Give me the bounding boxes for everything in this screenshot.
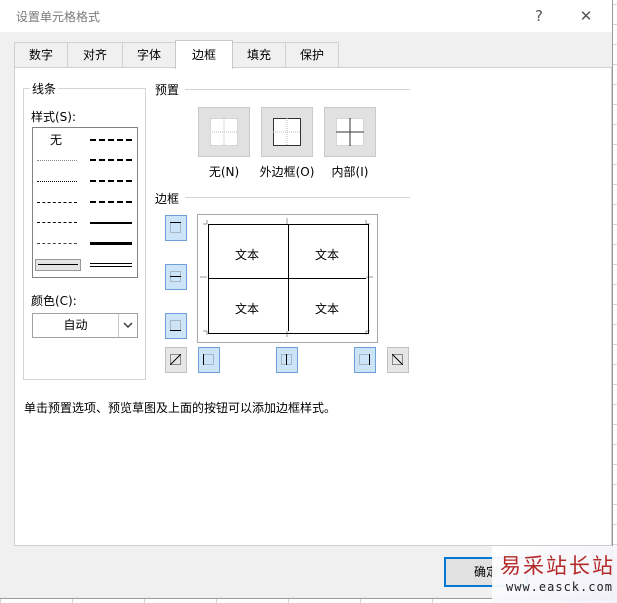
border-section-label: 边框 (155, 192, 180, 206)
watermark-url: www.easck.com (506, 580, 613, 594)
close-button[interactable]: ✕ (574, 5, 598, 27)
preset-outline-button[interactable] (261, 107, 313, 157)
line-style-hairline[interactable] (37, 160, 77, 161)
preset-outline-label: 外边框(O) (259, 165, 315, 179)
border-inside-horizontal-icon (170, 271, 181, 282)
border-divider (185, 197, 410, 198)
dialog-title: 设置单元格格式 (16, 10, 101, 24)
line-style-slant-dash-dot[interactable] (90, 159, 132, 161)
border-diagonal-down-button[interactable] (387, 347, 409, 373)
line-style-medium-dashed[interactable] (90, 201, 132, 203)
border-right-icon (359, 354, 370, 365)
border-inside-vertical-icon (281, 354, 292, 365)
line-style-double[interactable] (90, 263, 132, 267)
presets-section-label: 预置 (155, 83, 180, 97)
border-left-icon (203, 354, 214, 365)
preset-inside-button[interactable] (324, 107, 376, 157)
line-style-medium[interactable] (90, 222, 132, 224)
tab-border[interactable]: 边框 (175, 40, 233, 69)
style-label: 样式(S): (31, 110, 77, 124)
line-style-dashed[interactable] (37, 243, 77, 244)
border-inside-horizontal-button[interactable] (165, 264, 187, 290)
line-style-thick[interactable] (90, 242, 132, 245)
title-bar: 设置单元格格式 ? ✕ (0, 0, 612, 32)
tab-protection[interactable]: 保护 (285, 42, 339, 67)
tab-font[interactable]: 字体 (122, 42, 176, 67)
preview-text: 文本 (314, 302, 339, 316)
presets-divider (185, 89, 410, 90)
hint-text: 单击预置选项、预览草图及上面的按钮可以添加边框样式。 (24, 401, 337, 415)
preset-inside-icon (336, 118, 364, 146)
line-style-medium-dash-dot[interactable] (90, 180, 132, 182)
tab-alignment[interactable]: 对齐 (67, 42, 123, 67)
border-top-button[interactable] (165, 215, 187, 241)
diagonal-up-icon (170, 354, 181, 365)
tab-fill[interactable]: 填充 (232, 42, 286, 67)
line-group-title: 线条 (30, 80, 59, 97)
line-style-dash-dot-dot[interactable] (37, 202, 77, 203)
preset-none-icon (210, 118, 238, 146)
border-bottom-icon (170, 320, 181, 331)
format-cells-dialog: 设置单元格格式 ? ✕ 数字 对齐 字体 边框 填充 保护 线条 样式(S): … (0, 0, 613, 599)
preset-outline-icon (273, 118, 301, 146)
border-right-button[interactable] (354, 347, 376, 373)
line-style-none[interactable]: 无 (50, 131, 62, 148)
border-top-icon (170, 222, 181, 233)
watermark: 易采站长站 www.easck.com (492, 546, 617, 603)
preset-none-label: 无(N) (208, 165, 240, 179)
chevron-down-icon[interactable] (118, 314, 137, 337)
preview-text: 文本 (234, 248, 259, 262)
line-style-dotted[interactable] (37, 181, 77, 182)
color-label: 颜色(C): (31, 294, 77, 308)
line-style-list[interactable]: 无 (32, 127, 138, 278)
border-left-button[interactable] (198, 347, 220, 373)
line-style-dash-dot[interactable] (37, 222, 77, 223)
preview-inside-horizontal-line (209, 278, 366, 279)
border-inside-vertical-button[interactable] (276, 347, 298, 373)
color-value: 自动 (63, 318, 88, 332)
diagonal-down-icon (392, 354, 403, 365)
watermark-title: 易采站长站 (500, 554, 615, 578)
tab-number[interactable]: 数字 (14, 42, 68, 67)
preview-text: 文本 (314, 248, 339, 262)
preview-text: 文本 (234, 302, 259, 316)
border-diagonal-up-button[interactable] (165, 347, 187, 373)
preview-cell-grid (208, 224, 369, 334)
help-button[interactable]: ? (527, 5, 551, 27)
border-bottom-button[interactable] (165, 313, 187, 339)
preset-none-button[interactable] (198, 107, 250, 157)
line-style-thin-selected[interactable] (35, 259, 81, 271)
color-dropdown[interactable]: 自动 (32, 313, 138, 338)
line-style-medium-dash-dot-dot[interactable] (90, 139, 132, 141)
preset-inside-label: 内部(I) (331, 165, 369, 179)
